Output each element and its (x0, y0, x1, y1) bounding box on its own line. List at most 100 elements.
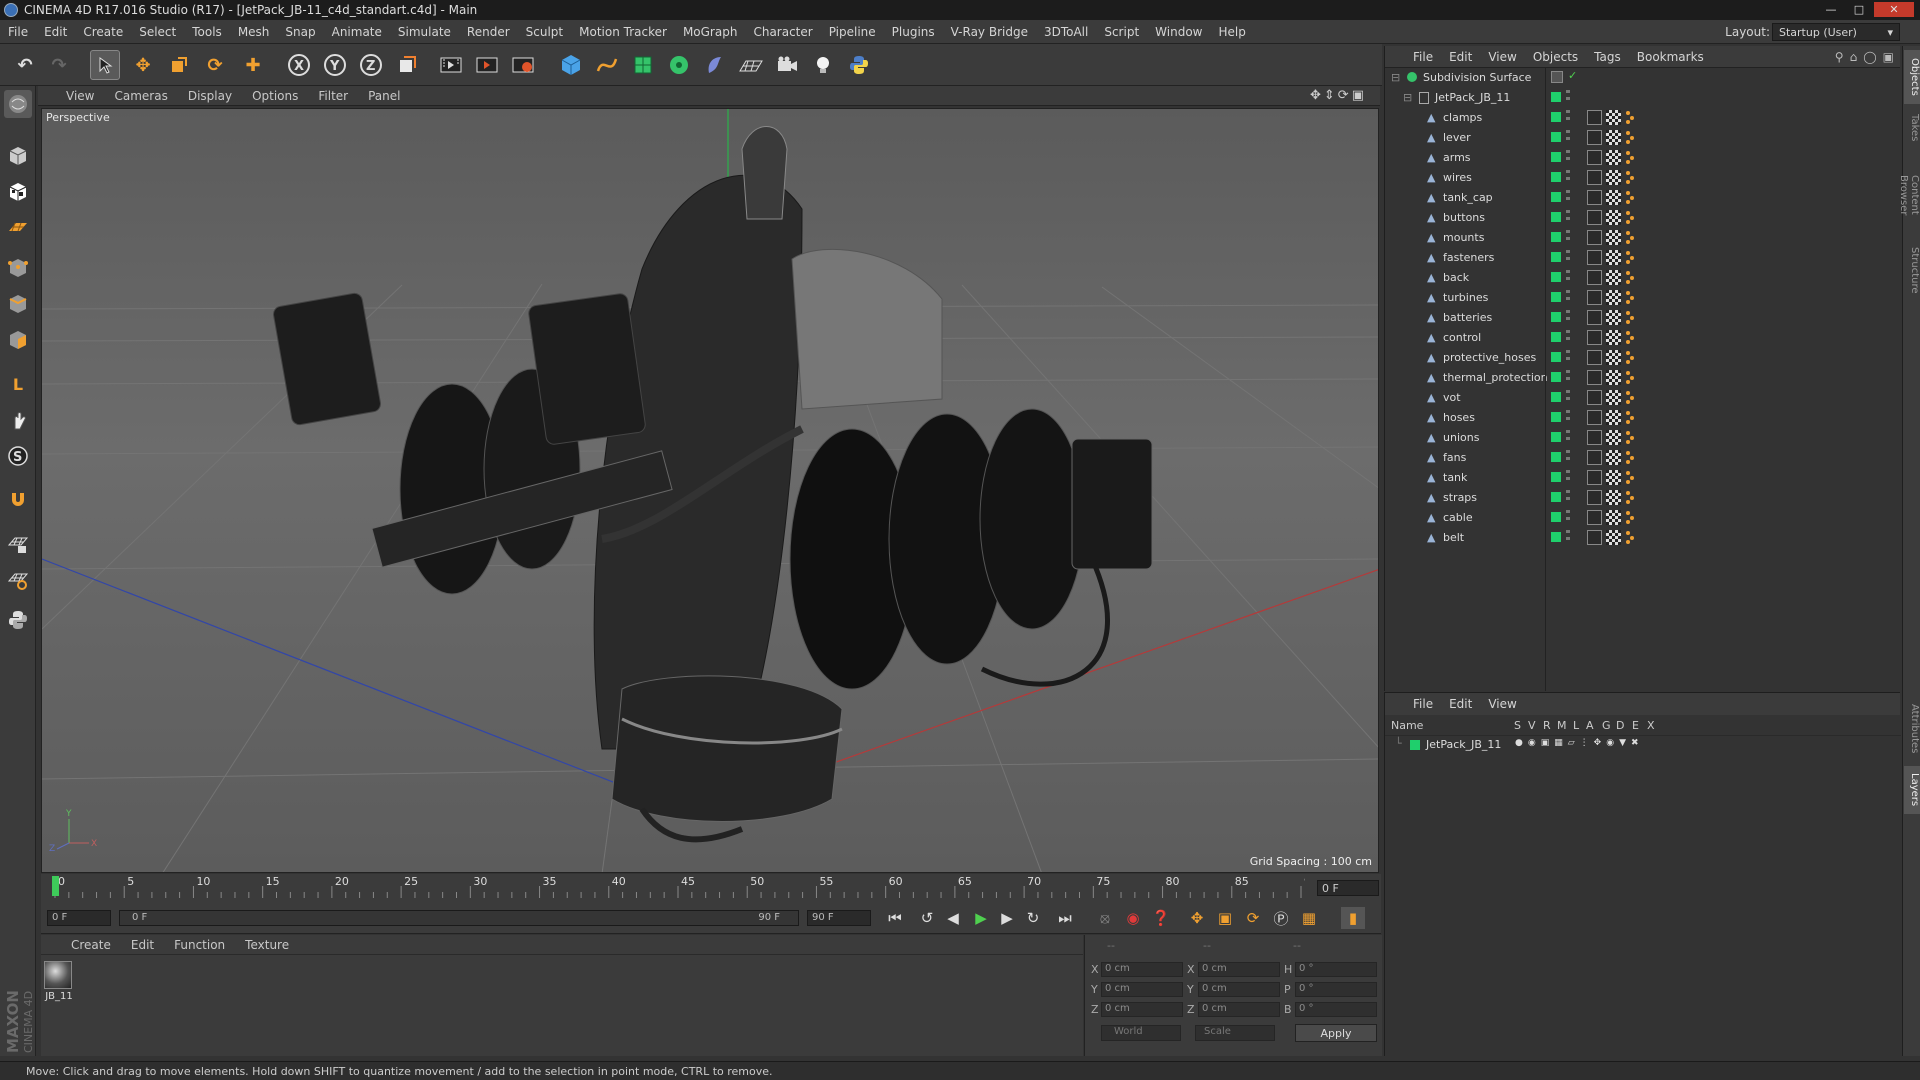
tweak-mode-icon[interactable] (4, 406, 32, 434)
object-row-unions[interactable]: ▲ unions (1385, 428, 1901, 448)
layer-color-swatch[interactable] (1551, 312, 1561, 322)
layer-col-view[interactable]: V (1528, 719, 1536, 732)
maximize-button[interactable]: □ (1846, 2, 1872, 17)
checker-material-tag-icon[interactable] (1606, 450, 1621, 465)
texture-tag-icon[interactable] (1587, 410, 1602, 425)
texture-tag-icon[interactable] (1587, 310, 1602, 325)
object-row-cable[interactable]: ▲ cable (1385, 508, 1901, 528)
visibility-dots-icon[interactable] (1566, 110, 1570, 124)
visibility-dots-icon[interactable] (1566, 170, 1570, 184)
layer-color-swatch[interactable] (1551, 452, 1561, 462)
texture-tag-icon[interactable] (1587, 230, 1602, 245)
checker-material-tag-icon[interactable] (1606, 130, 1621, 145)
visibility-dots-icon[interactable] (1566, 410, 1570, 424)
checker-material-tag-icon[interactable] (1606, 430, 1621, 445)
model-mode-icon[interactable] (4, 142, 32, 170)
layer-color-swatch[interactable] (1551, 512, 1561, 522)
menu-motion-tracker[interactable]: Motion Tracker (571, 25, 675, 39)
viewport-menu-filter[interactable]: Filter (308, 89, 358, 103)
layer-col-xref[interactable]: X (1647, 719, 1655, 732)
layer-color-swatch[interactable] (1551, 472, 1561, 482)
dolly-icon[interactable]: ⇕ (1324, 88, 1335, 103)
move-tool-icon[interactable]: ✥ (128, 50, 158, 80)
workplane-lock-icon[interactable] (4, 530, 32, 558)
tab-content-browser[interactable]: Content Browser (1898, 150, 1920, 240)
tab-layers[interactable]: Layers (1904, 766, 1920, 814)
texture-tag-icon[interactable] (1587, 290, 1602, 305)
objects-menu-file[interactable]: File (1405, 50, 1441, 64)
render-view-icon[interactable] (436, 50, 466, 80)
new-panel-icon[interactable]: ▣ (1883, 50, 1894, 64)
phong-tag-icon[interactable] (1625, 510, 1635, 525)
object-name[interactable]: turbines (1443, 291, 1488, 304)
layer-col-render[interactable]: R (1543, 719, 1551, 732)
rotation-b-field[interactable]: 0 ° (1295, 1002, 1377, 1017)
object-row-batteries[interactable]: ▲ batteries (1385, 308, 1901, 328)
layer-color-swatch[interactable] (1551, 352, 1561, 362)
live-selection-icon[interactable]: ✚ (238, 50, 268, 80)
menu-mograph[interactable]: MoGraph (675, 25, 746, 39)
object-row-root[interactable]: ⊟ Subdivision Surface ✓ (1385, 68, 1901, 88)
object-name[interactable]: back (1443, 271, 1469, 284)
menu-select[interactable]: Select (131, 25, 184, 39)
array-cloner-icon[interactable] (664, 50, 694, 80)
object-name[interactable]: wires (1443, 171, 1472, 184)
python-icon[interactable] (844, 50, 874, 80)
object-row-mounts[interactable]: ▲ mounts (1385, 228, 1901, 248)
key-rotation-icon[interactable]: ⟳ (1241, 907, 1265, 929)
object-row-hoses[interactable]: ▲ hoses (1385, 408, 1901, 428)
redo-icon[interactable]: ↷ (44, 50, 74, 80)
keyframe-selection-icon[interactable]: ❓ (1149, 907, 1173, 929)
layer-color-swatch[interactable] (1551, 392, 1561, 402)
layers-menu-edit[interactable]: Edit (1441, 697, 1480, 711)
camera-icon[interactable] (772, 50, 802, 80)
apply-button[interactable]: Apply (1295, 1024, 1377, 1042)
menu-snap[interactable]: Snap (277, 25, 323, 39)
layer-color-swatch[interactable] (1551, 432, 1561, 442)
position-z-field[interactable]: 0 cm (1101, 1002, 1183, 1017)
timeline-layout-icon[interactable]: ▮ (1341, 907, 1365, 929)
checker-material-tag-icon[interactable] (1606, 530, 1621, 545)
checker-material-tag-icon[interactable] (1606, 510, 1621, 525)
polygons-mode-icon[interactable] (4, 326, 32, 354)
object-name[interactable]: Subdivision Surface (1423, 71, 1531, 84)
visibility-dots-icon[interactable] (1566, 350, 1570, 364)
size-x-field[interactable]: 0 cm (1198, 962, 1280, 977)
visibility-dots-icon[interactable] (1566, 150, 1570, 164)
size-y-field[interactable]: 0 cm (1198, 982, 1280, 997)
spline-pen-icon[interactable] (592, 50, 622, 80)
object-name[interactable]: buttons (1443, 211, 1485, 224)
menu-plugins[interactable]: Plugins (884, 25, 943, 39)
light-icon[interactable] (808, 50, 838, 80)
object-row-belt[interactable]: ▲ belt (1385, 528, 1901, 548)
visibility-dots-icon[interactable] (1566, 390, 1570, 404)
menu-script[interactable]: Script (1096, 25, 1147, 39)
object-row-lever[interactable]: ▲ lever (1385, 128, 1901, 148)
layer-col-generators[interactable]: G (1602, 719, 1611, 732)
object-row-fasteners[interactable]: ▲ fasteners (1385, 248, 1901, 268)
rotation-p-field[interactable]: 0 ° (1295, 982, 1377, 997)
object-row-clamps[interactable]: ▲ clamps (1385, 108, 1901, 128)
object-row-straps[interactable]: ▲ straps (1385, 488, 1901, 508)
visibility-dots-icon[interactable] (1566, 370, 1570, 384)
phong-tag-icon[interactable] (1625, 350, 1635, 365)
eye-icon[interactable]: ◉ (1528, 738, 1536, 748)
phong-tag-icon[interactable] (1625, 470, 1635, 485)
key-pla-icon[interactable]: ▦ (1297, 907, 1321, 929)
menu-edit[interactable]: Edit (36, 25, 75, 39)
layer-color-swatch[interactable] (1551, 332, 1561, 342)
visibility-dots-icon[interactable] (1566, 210, 1570, 224)
next-key-icon[interactable]: ↻ (1021, 907, 1045, 929)
visibility-dots-icon[interactable] (1566, 530, 1570, 544)
phong-tag-icon[interactable] (1625, 490, 1635, 505)
object-name[interactable]: cable (1443, 511, 1473, 524)
playhead-marker[interactable] (52, 876, 59, 896)
menu-pipeline[interactable]: Pipeline (821, 25, 884, 39)
visibility-dots-icon[interactable] (1566, 190, 1570, 204)
size-mode-dropdown[interactable]: Scale (1195, 1025, 1275, 1041)
object-name[interactable]: fans (1443, 451, 1466, 464)
visibility-dots-icon[interactable] (1566, 330, 1570, 344)
object-row-protective-hoses[interactable]: ▲ protective_hoses (1385, 348, 1901, 368)
phong-tag-icon[interactable] (1625, 110, 1635, 125)
menu-render[interactable]: Render (459, 25, 518, 39)
